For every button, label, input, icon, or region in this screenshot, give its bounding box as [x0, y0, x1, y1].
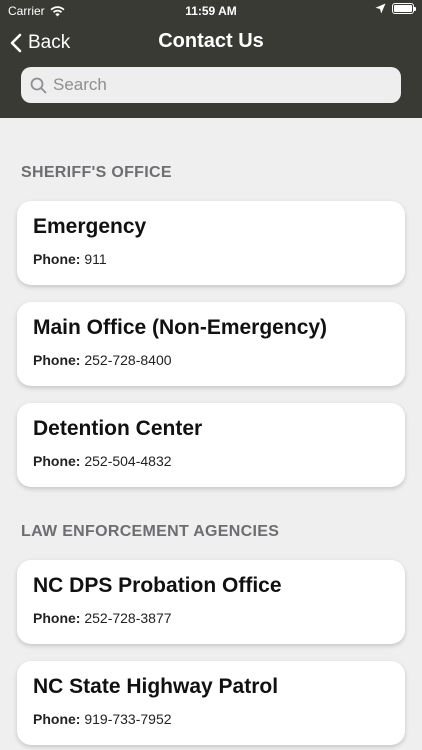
contact-name: Detention Center: [33, 417, 203, 440]
contact-card-emergency[interactable]: Emergency Phone: 911: [17, 201, 405, 285]
battery-fill: [394, 5, 412, 12]
search-icon: [30, 77, 47, 93]
phone-label: Phone:: [33, 453, 85, 469]
contact-name: NC State Highway Patrol: [33, 675, 279, 698]
page-title: Contact Us: [158, 30, 264, 52]
contact-card-highway-patrol[interactable]: NC State Highway Patrol Phone: 919-733-7…: [17, 661, 405, 745]
contact-name: NC DPS Probation Office: [33, 574, 282, 597]
phone-label: Phone:: [33, 711, 85, 727]
contact-phone-row: Phone: 252-504-4832: [33, 453, 389, 469]
phone-label: Phone:: [33, 352, 85, 368]
status-bar: Carrier 11:59 AM: [0, 0, 422, 22]
contact-name: Main Office (Non-Emergency): [33, 316, 328, 339]
search-input[interactable]: [53, 75, 373, 95]
phone-number[interactable]: 252-728-3877: [84, 610, 171, 626]
nav-bar: Back Contact Us: [0, 22, 422, 64]
section-header-sheriffs-office: SHERIFF'S OFFICE: [21, 164, 172, 181]
contact-phone-row: Phone: 252-728-8400: [33, 352, 389, 368]
status-time: 11:59 AM: [185, 4, 237, 18]
contact-card-main-office[interactable]: Main Office (Non-Emergency) Phone: 252-7…: [17, 302, 405, 386]
header: Carrier 11:59 AM Back Contact Us: [0, 0, 422, 118]
battery-icon: [392, 3, 416, 14]
status-right: [375, 3, 416, 14]
phone-number[interactable]: 252-728-8400: [84, 352, 171, 368]
search-bar[interactable]: [21, 67, 401, 103]
contact-card-detention-center[interactable]: Detention Center Phone: 252-504-4832: [17, 403, 405, 487]
phone-number[interactable]: 911: [84, 251, 106, 267]
contact-list: SHERIFF'S OFFICE Emergency Phone: 911 Ma…: [0, 118, 422, 750]
location-arrow-icon: [375, 3, 386, 14]
contact-card-probation-office[interactable]: NC DPS Probation Office Phone: 252-728-3…: [17, 560, 405, 644]
phone-label: Phone:: [33, 610, 85, 626]
section-header-law-enforcement: LAW ENFORCEMENT AGENCIES: [21, 523, 280, 540]
contact-phone-row: Phone: 911: [33, 251, 389, 267]
contact-name: Emergency: [33, 215, 147, 238]
phone-number[interactable]: 919-733-7952: [84, 711, 171, 727]
contact-phone-row: Phone: 252-728-3877: [33, 610, 389, 626]
phone-number[interactable]: 252-504-4832: [84, 453, 171, 469]
contact-phone-row: Phone: 919-733-7952: [33, 711, 389, 727]
phone-label: Phone:: [33, 251, 85, 267]
